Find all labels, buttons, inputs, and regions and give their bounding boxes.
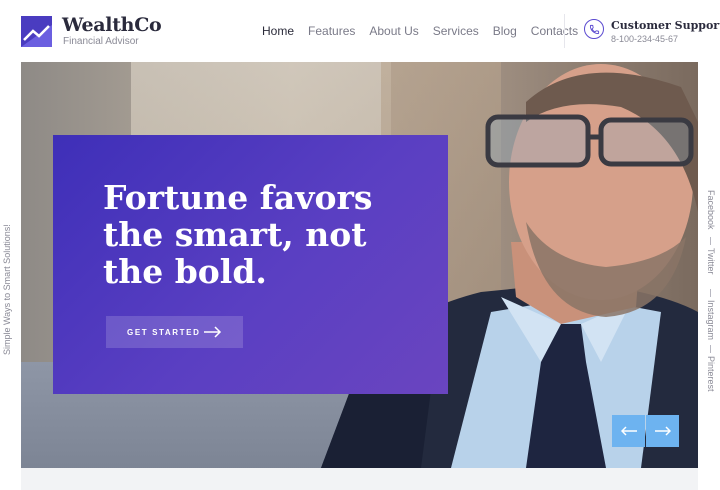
site-header: WealthCo Financial Advisor Home Features…	[0, 0, 720, 62]
social-link-twitter[interactable]: Twitter	[706, 248, 716, 275]
nav-item-home[interactable]: Home	[262, 24, 294, 38]
social-divider	[710, 289, 711, 297]
social-link-facebook[interactable]: Facebook	[706, 190, 716, 230]
hero-headline: Fortune favors the smart, not the bold.	[103, 178, 373, 291]
brand-name[interactable]: WealthCo	[62, 14, 162, 36]
social-link-pinterest[interactable]: Pinterest	[706, 356, 716, 392]
arrow-left-icon	[620, 426, 637, 436]
logo-icon[interactable]	[21, 16, 52, 47]
arrow-right-icon	[654, 426, 671, 436]
nav-item-services[interactable]: Services	[433, 24, 479, 38]
phone-icon[interactable]	[584, 19, 604, 39]
side-tagline-text: Simple Ways to Smart Solutions!	[2, 224, 12, 355]
support-title: Customer Support	[611, 19, 720, 32]
slider-prev-button[interactable]	[612, 415, 645, 447]
header-divider	[564, 14, 565, 48]
main-nav: Home Features About Us Services Blog Con…	[262, 24, 592, 38]
nav-item-about-us[interactable]: About Us	[369, 24, 418, 38]
nav-item-blog[interactable]: Blog	[493, 24, 517, 38]
nav-item-features[interactable]: Features	[308, 24, 355, 38]
side-tagline: Simple Ways to Smart Solutions!	[2, 215, 16, 355]
hero-card: Fortune favors the smart, not the bold. …	[53, 135, 448, 394]
social-divider	[710, 237, 711, 245]
social-link-instagram[interactable]: Instagram	[706, 300, 716, 340]
support-phone[interactable]: 8-100-234-45-67	[611, 34, 678, 44]
slider-next-button[interactable]	[646, 415, 679, 447]
get-started-button[interactable]: GET STARTED	[106, 316, 243, 348]
content-strip	[21, 468, 698, 490]
nav-item-contacts[interactable]: Contacts	[531, 24, 578, 38]
arrow-right-icon	[204, 326, 222, 338]
social-divider	[710, 345, 711, 353]
get-started-label: GET STARTED	[127, 327, 201, 337]
brand-tagline: Financial Advisor	[63, 36, 139, 47]
